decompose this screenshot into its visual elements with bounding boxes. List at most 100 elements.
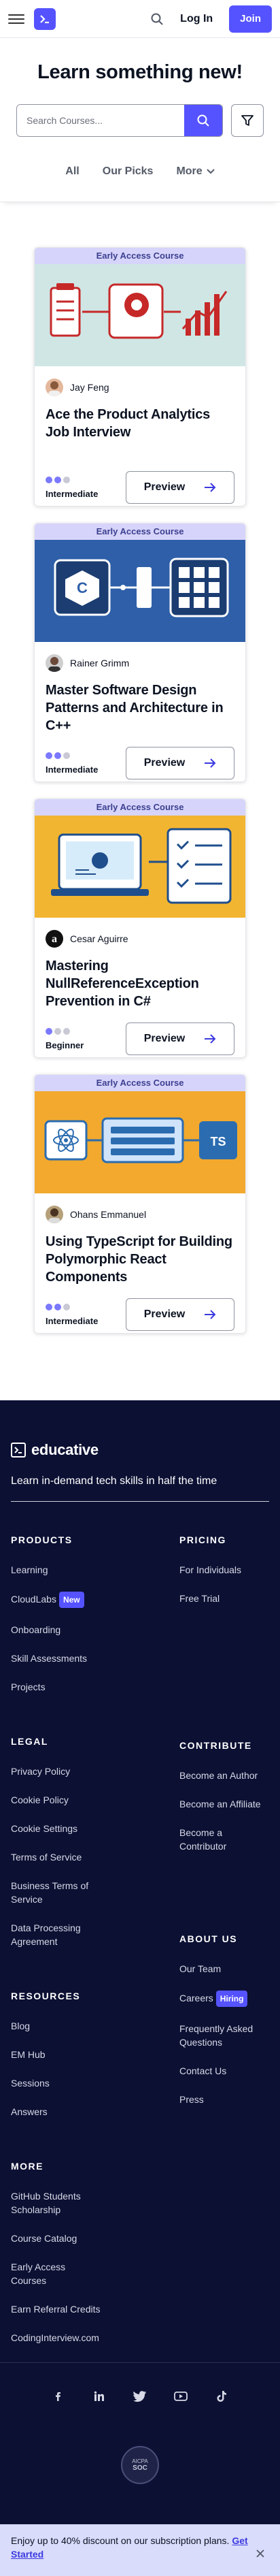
social-links [0, 2362, 280, 2404]
youtube-icon[interactable] [173, 2389, 188, 2404]
footer-link-cookie-policy[interactable]: Cookie Policy [11, 1793, 179, 1807]
footer-link-business-terms[interactable]: Business Terms of Service [11, 1879, 92, 1906]
footer-link-faq[interactable]: Frequently Asked Questions [179, 2022, 269, 2049]
course-title[interactable]: Ace the Product Analytics Job Interview [35, 396, 245, 462]
early-access-ribbon: Early Access Course [35, 799, 245, 816]
legal-heading: LEGAL [11, 1736, 48, 1747]
close-icon[interactable] [256, 2549, 265, 2558]
pricing-heading: PRICING [179, 1534, 226, 1545]
arrow-right-icon [205, 758, 216, 768]
footer-link-become-author[interactable]: Become an Author [179, 1769, 269, 1782]
course-title[interactable]: Mastering NullReferenceException Prevent… [35, 948, 245, 1013]
hiring-badge: Hiring [215, 1991, 248, 2007]
author-row: Ohans Emmanuel [35, 1193, 245, 1223]
hero-section: Learn something new! All Our Picks More [0, 38, 280, 202]
preview-label: Preview [143, 757, 186, 769]
course-card[interactable]: Early Access Course C Rainer Grimm Maste… [34, 523, 246, 782]
footer-tagline: Learn in-demand tech skills in half the … [11, 1475, 269, 1502]
preview-button[interactable]: Preview [126, 471, 234, 504]
footer-link-github-scholarship[interactable]: GitHub Students Scholarship [11, 2189, 92, 2217]
footer-link-our-team[interactable]: Our Team [179, 1962, 269, 1976]
difficulty-level: Intermediate [46, 752, 98, 775]
search-icon[interactable] [149, 11, 165, 27]
footer-link-onboarding[interactable]: Onboarding [11, 1623, 179, 1637]
tiktok-icon[interactable] [214, 2389, 229, 2404]
author-name: Jay Feng [70, 382, 109, 393]
login-button[interactable]: Log In [180, 13, 213, 25]
course-illustration [35, 264, 245, 366]
search-input[interactable] [17, 105, 184, 136]
footer-link-terms-of-service[interactable]: Terms of Service [11, 1850, 179, 1864]
level-indicator [46, 476, 98, 483]
footer-link-contact-us[interactable]: Contact Us [179, 2064, 269, 2078]
course-card[interactable]: Early Access Course a Cesar Aguirre Mast… [34, 799, 246, 1058]
chevron-down-icon [206, 169, 215, 174]
difficulty-level: Intermediate [46, 476, 98, 499]
level-label: Intermediate [46, 764, 99, 775]
course-card[interactable]: Early Access Course Jay Feng Ace the Pro… [34, 247, 246, 506]
footer-link-cookie-settings[interactable]: Cookie Settings [11, 1822, 179, 1835]
arrow-right-icon [205, 1034, 216, 1044]
preview-label: Preview [143, 481, 186, 493]
resources-heading: RESOURCES [11, 1991, 81, 2001]
divider [0, 187, 280, 202]
footer-link-skill-assessments[interactable]: Skill Assessments [11, 1652, 179, 1665]
preview-button[interactable]: Preview [126, 1298, 234, 1331]
footer-link-become-contributor[interactable]: Become a Contributor [179, 1826, 269, 1853]
preview-button[interactable]: Preview [126, 747, 234, 779]
footer-link-answers[interactable]: Answers [11, 2105, 179, 2119]
footer-link-course-catalog[interactable]: Course Catalog [11, 2232, 179, 2245]
tab-more[interactable]: More [176, 165, 215, 178]
arrow-right-icon [205, 1310, 216, 1319]
course-card[interactable]: Early Access Course TS Ohans Emmanuel Us… [34, 1074, 246, 1334]
course-title[interactable]: Master Software Design Patterns and Arch… [35, 672, 245, 737]
more-heading: MORE [11, 2161, 43, 2172]
course-title[interactable]: Using TypeScript for Building Polymorphi… [35, 1223, 245, 1289]
cloudlabs-label: CloudLabs [11, 1594, 56, 1605]
footer-link-press[interactable]: Press [179, 2093, 269, 2106]
level-indicator [46, 1303, 98, 1310]
tab-our-picks[interactable]: Our Picks [103, 165, 154, 178]
filter-button[interactable] [231, 104, 264, 137]
early-access-ribbon: Early Access Course [35, 248, 245, 264]
footer-link-referral-credits[interactable]: Earn Referral Credits [11, 2302, 179, 2316]
level-label: Intermediate [46, 1315, 99, 1326]
search-icon [197, 114, 209, 127]
footer-link-cloudlabs[interactable]: CloudLabs New [11, 1592, 179, 1608]
footer-link-sessions[interactable]: Sessions [11, 2076, 179, 2090]
footer-link-projects[interactable]: Projects [11, 1680, 179, 1694]
author-name: Ohans Emmanuel [70, 1209, 147, 1220]
contribute-heading: CONTRIBUTE [179, 1740, 252, 1751]
footer-link-em-hub[interactable]: EM Hub [11, 2048, 179, 2061]
site-footer: educative Learn in-demand tech skills in… [0, 1400, 280, 2576]
careers-label: Careers [179, 1993, 213, 2003]
promo-banner: Enjoy up to 40% discount on our subscrip… [0, 2524, 280, 2576]
educative-logo-icon[interactable] [34, 7, 56, 30]
menu-icon[interactable] [8, 11, 24, 27]
search-submit-button[interactable] [184, 105, 222, 136]
footer-logo[interactable]: educative [11, 1441, 269, 1459]
facebook-icon[interactable] [51, 2389, 66, 2404]
footer-link-codinginterview[interactable]: CodingInterview.com [11, 2331, 179, 2345]
footer-link-early-access[interactable]: Early Access Courses [11, 2260, 72, 2287]
linkedin-icon[interactable] [92, 2389, 107, 2404]
avatar: a [46, 930, 63, 948]
tab-all[interactable]: All [65, 165, 79, 178]
footer-link-data-processing[interactable]: Data Processing Agreement [11, 1921, 86, 1948]
top-navigation: Log In Join [0, 0, 280, 38]
course-illustration [35, 816, 245, 918]
page-title: Learn something new! [37, 61, 243, 83]
footer-link-blog[interactable]: Blog [11, 2019, 179, 2033]
footer-link-careers[interactable]: Careers Hiring [179, 1991, 269, 2007]
footer-link-for-individuals[interactable]: For Individuals [179, 1563, 269, 1577]
course-tabs: All Our Picks More [0, 165, 280, 187]
author-name: Cesar Aguirre [70, 933, 128, 944]
preview-button[interactable]: Preview [126, 1023, 234, 1055]
join-button[interactable]: Join [229, 5, 272, 33]
footer-link-become-affiliate[interactable]: Become an Affiliate [179, 1797, 269, 1811]
difficulty-level: Intermediate [46, 1303, 99, 1326]
footer-link-privacy-policy[interactable]: Privacy Policy [11, 1765, 179, 1778]
footer-link-free-trial[interactable]: Free Trial [179, 1592, 269, 1605]
twitter-icon[interactable] [133, 2389, 147, 2404]
footer-link-learning[interactable]: Learning [11, 1563, 179, 1577]
